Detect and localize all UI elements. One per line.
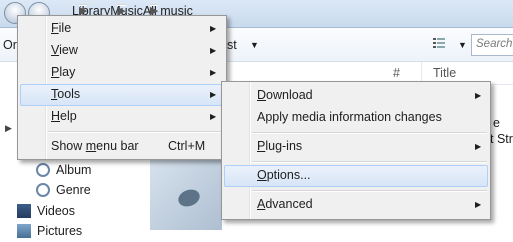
breadcrumb-separator-icon: ▶	[149, 4, 159, 17]
menu-separator	[252, 132, 487, 134]
menu-item-options[interactable]: Options...	[224, 165, 488, 187]
submenu-arrow-icon: ▶	[475, 142, 482, 151]
column-header-title[interactable]: Title	[433, 66, 456, 80]
menu-item-view[interactable]: View ▶	[20, 40, 224, 62]
column-header-number[interactable]: #	[393, 66, 400, 80]
chevron-down-icon[interactable]: ▼	[250, 40, 259, 50]
album-icon	[36, 163, 50, 177]
submenu-arrow-icon: ▶	[475, 200, 482, 209]
tree-item-label: Pictures	[37, 224, 83, 238]
organize-button[interactable]: Or	[3, 38, 17, 52]
create-playlist-button[interactable]: st	[227, 38, 237, 52]
breadcrumb-separator-icon: ▶	[117, 4, 126, 17]
menu-item-help[interactable]: Help ▶	[20, 106, 224, 128]
genre-icon	[36, 183, 50, 197]
menu-separator	[252, 161, 487, 163]
menu-separator	[252, 190, 487, 192]
chevron-down-icon[interactable]: ▼	[458, 40, 467, 50]
tree-item-videos[interactable]: Videos	[17, 204, 75, 218]
submenu-arrow-icon: ▶	[210, 112, 217, 121]
tree-item-genre[interactable]: Genre	[36, 183, 91, 197]
expand-arrow-icon[interactable]: ▶	[5, 123, 12, 134]
tree-item-label: Genre	[56, 183, 91, 197]
row-text-fragment: t Stre	[490, 132, 513, 146]
tree-item-label: Videos	[37, 204, 75, 218]
menu-separator	[48, 131, 223, 133]
menu-item-download[interactable]: Download ▶	[224, 85, 488, 107]
pictures-icon	[17, 224, 31, 238]
menu-item-advanced[interactable]: Advanced ▶	[224, 194, 488, 216]
videos-icon	[17, 204, 31, 218]
menu-item-tools[interactable]: Tools ▶	[20, 84, 224, 106]
submenu-arrow-icon: ▶	[210, 46, 217, 55]
menu-item-plug-ins[interactable]: Plug-ins ▶	[224, 136, 488, 158]
menu-item-show-menu-bar[interactable]: Show menu bar Ctrl+M	[20, 136, 224, 158]
submenu-arrow-icon: ▶	[210, 90, 217, 99]
tools-submenu: Download ▶ Apply media information chang…	[221, 81, 491, 220]
breadcrumb-separator-icon: ▶	[79, 4, 88, 17]
submenu-arrow-icon: ▶	[210, 68, 217, 77]
search-input[interactable]: Search	[471, 34, 513, 56]
tree-item-pictures[interactable]: Pictures	[17, 224, 82, 238]
submenu-arrow-icon: ▶	[210, 24, 217, 33]
tree-item-label: Album	[56, 163, 92, 177]
shortcut-label: Ctrl+M	[168, 139, 206, 153]
menu-item-apply-media-info[interactable]: Apply media information changes	[224, 107, 488, 129]
row-text-fragment: e	[493, 116, 500, 130]
main-menu: File ▶ View ▶ Play ▶ Tools ▶ Help ▶ Show…	[17, 15, 227, 160]
menu-item-play[interactable]: Play ▶	[20, 62, 224, 84]
submenu-arrow-icon: ▶	[475, 91, 482, 100]
view-options-icon[interactable]	[433, 38, 445, 49]
tree-item-album[interactable]: Album	[36, 163, 91, 177]
menu-item-file[interactable]: File ▶	[20, 18, 224, 40]
